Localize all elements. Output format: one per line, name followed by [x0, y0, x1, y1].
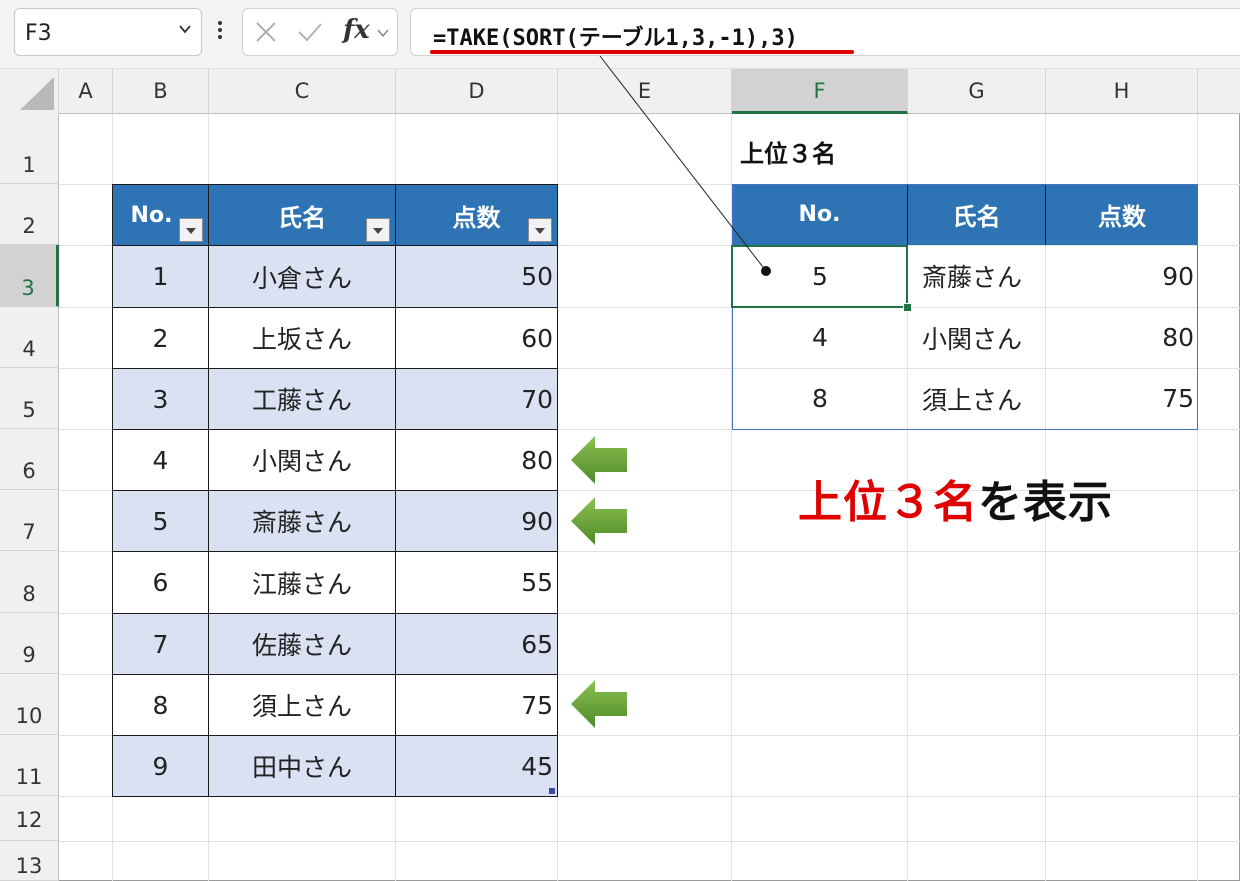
table-cell[interactable]: 田中さん: [208, 735, 396, 797]
column-header-d[interactable]: D: [396, 69, 558, 114]
column-header-f[interactable]: F: [732, 69, 908, 114]
row-header-10[interactable]: 10: [0, 674, 59, 735]
table-cell[interactable]: 佐藤さん: [208, 613, 396, 675]
table-cell[interactable]: 斎藤さん: [208, 490, 396, 552]
more-options-icon[interactable]: [214, 18, 226, 48]
result-header-score[interactable]: 点数: [1046, 184, 1198, 245]
row-header-8[interactable]: 8: [0, 551, 59, 613]
formula-buttons: fx: [242, 8, 398, 56]
name-box[interactable]: F3: [14, 8, 202, 56]
table-cell[interactable]: 小関さん: [208, 429, 396, 491]
select-all-corner[interactable]: [0, 69, 59, 115]
formula-text: =TAKE(SORT(テーブル1,3,-1),3): [433, 26, 798, 51]
table-cell[interactable]: 60: [395, 307, 558, 369]
result-header-name[interactable]: 氏名: [908, 184, 1046, 245]
table-cell[interactable]: 5: [112, 490, 209, 552]
gridline: [59, 841, 1240, 842]
table-cell[interactable]: 4: [112, 429, 209, 491]
row-header-2[interactable]: 2: [0, 184, 59, 245]
row-header-3[interactable]: 3: [0, 245, 59, 307]
chevron-down-icon[interactable]: [179, 23, 191, 35]
caption-highlight: 上位３名: [798, 478, 978, 527]
annotation-caption: 上位３名を表示: [798, 466, 1113, 530]
table-cell[interactable]: 3: [112, 368, 209, 430]
green-arrow-icon: [571, 436, 627, 484]
table-cell[interactable]: 上坂さん: [208, 307, 396, 369]
table-cell[interactable]: 須上さん: [208, 674, 396, 736]
row-header-6[interactable]: 6: [0, 429, 59, 490]
result-cell[interactable]: 4: [732, 307, 908, 368]
green-arrow-icon: [571, 497, 627, 545]
table-cell[interactable]: 50: [395, 245, 558, 308]
table-cell[interactable]: 70: [395, 368, 558, 430]
result-header-no[interactable]: No.: [732, 184, 908, 245]
active-cell-cursor: [731, 245, 908, 308]
table-cell[interactable]: 江藤さん: [208, 551, 396, 614]
table-cell[interactable]: 45: [395, 735, 558, 797]
result-cell[interactable]: 80: [1046, 307, 1198, 368]
result-cell[interactable]: 8: [732, 368, 908, 429]
column-header-c[interactable]: C: [209, 69, 396, 114]
column-header-h[interactable]: H: [1046, 69, 1198, 114]
column-header-b[interactable]: B: [113, 69, 209, 114]
select-all-triangle-icon: [20, 77, 54, 110]
table-cell[interactable]: 6: [112, 551, 209, 614]
row-header-7[interactable]: 7: [0, 490, 59, 551]
result-cell[interactable]: 90: [1046, 245, 1198, 307]
table-cell[interactable]: 8: [112, 674, 209, 736]
row-header-4[interactable]: 4: [0, 307, 59, 368]
insert-function-icon[interactable]: fx: [343, 15, 370, 45]
result-cell[interactable]: 須上さん: [908, 368, 1046, 429]
cancel-x-icon[interactable]: [255, 21, 277, 43]
result-cell[interactable]: 斎藤さん: [908, 245, 1046, 307]
green-arrow-icon: [571, 680, 627, 728]
formula-bar-area: F3 fx =TAKE(SORT(テーブル1,3,-1),3): [0, 0, 1240, 69]
table-cell[interactable]: 65: [395, 613, 558, 675]
table-cell[interactable]: 小倉さん: [208, 245, 396, 308]
row-header-9[interactable]: 9: [0, 613, 59, 674]
table-cell[interactable]: 7: [112, 613, 209, 675]
column-header-a[interactable]: A: [59, 69, 113, 114]
result-cell[interactable]: 小関さん: [908, 307, 1046, 368]
name-box-value: F3: [25, 21, 52, 46]
table-cell[interactable]: 1: [112, 245, 209, 308]
column-header-next[interactable]: [1198, 69, 1240, 114]
result-cell[interactable]: 75: [1046, 368, 1198, 429]
row-header-13[interactable]: 13: [0, 841, 59, 881]
table-cell[interactable]: 工藤さん: [208, 368, 396, 430]
row-header-5[interactable]: 5: [0, 368, 59, 429]
column-header-g[interactable]: G: [908, 69, 1046, 114]
table-cell[interactable]: 80: [395, 429, 558, 491]
row-header-1[interactable]: 1: [0, 114, 59, 184]
result-title[interactable]: 上位３名: [740, 134, 836, 169]
row-header-12[interactable]: 12: [0, 796, 59, 841]
filter-dropdown-icon[interactable]: [366, 218, 390, 242]
column-header-e[interactable]: E: [558, 69, 732, 114]
filter-dropdown-icon[interactable]: [528, 218, 552, 242]
table-cell[interactable]: 9: [112, 735, 209, 797]
table-resize-handle[interactable]: [549, 788, 555, 794]
formula-input[interactable]: =TAKE(SORT(テーブル1,3,-1),3): [410, 8, 1240, 56]
table-cell[interactable]: 75: [395, 674, 558, 736]
table-cell[interactable]: 2: [112, 307, 209, 369]
chevron-down-icon[interactable]: [377, 27, 389, 39]
caption-text: を表示: [978, 478, 1113, 527]
table-cell[interactable]: 55: [395, 551, 558, 614]
formula-highlight-underline: [430, 50, 854, 54]
filter-dropdown-icon[interactable]: [179, 218, 203, 242]
checkmark-icon[interactable]: [297, 21, 323, 43]
row-header-11[interactable]: 11: [0, 735, 59, 796]
fill-handle[interactable]: [903, 303, 912, 312]
table-cell[interactable]: 90: [395, 490, 558, 552]
